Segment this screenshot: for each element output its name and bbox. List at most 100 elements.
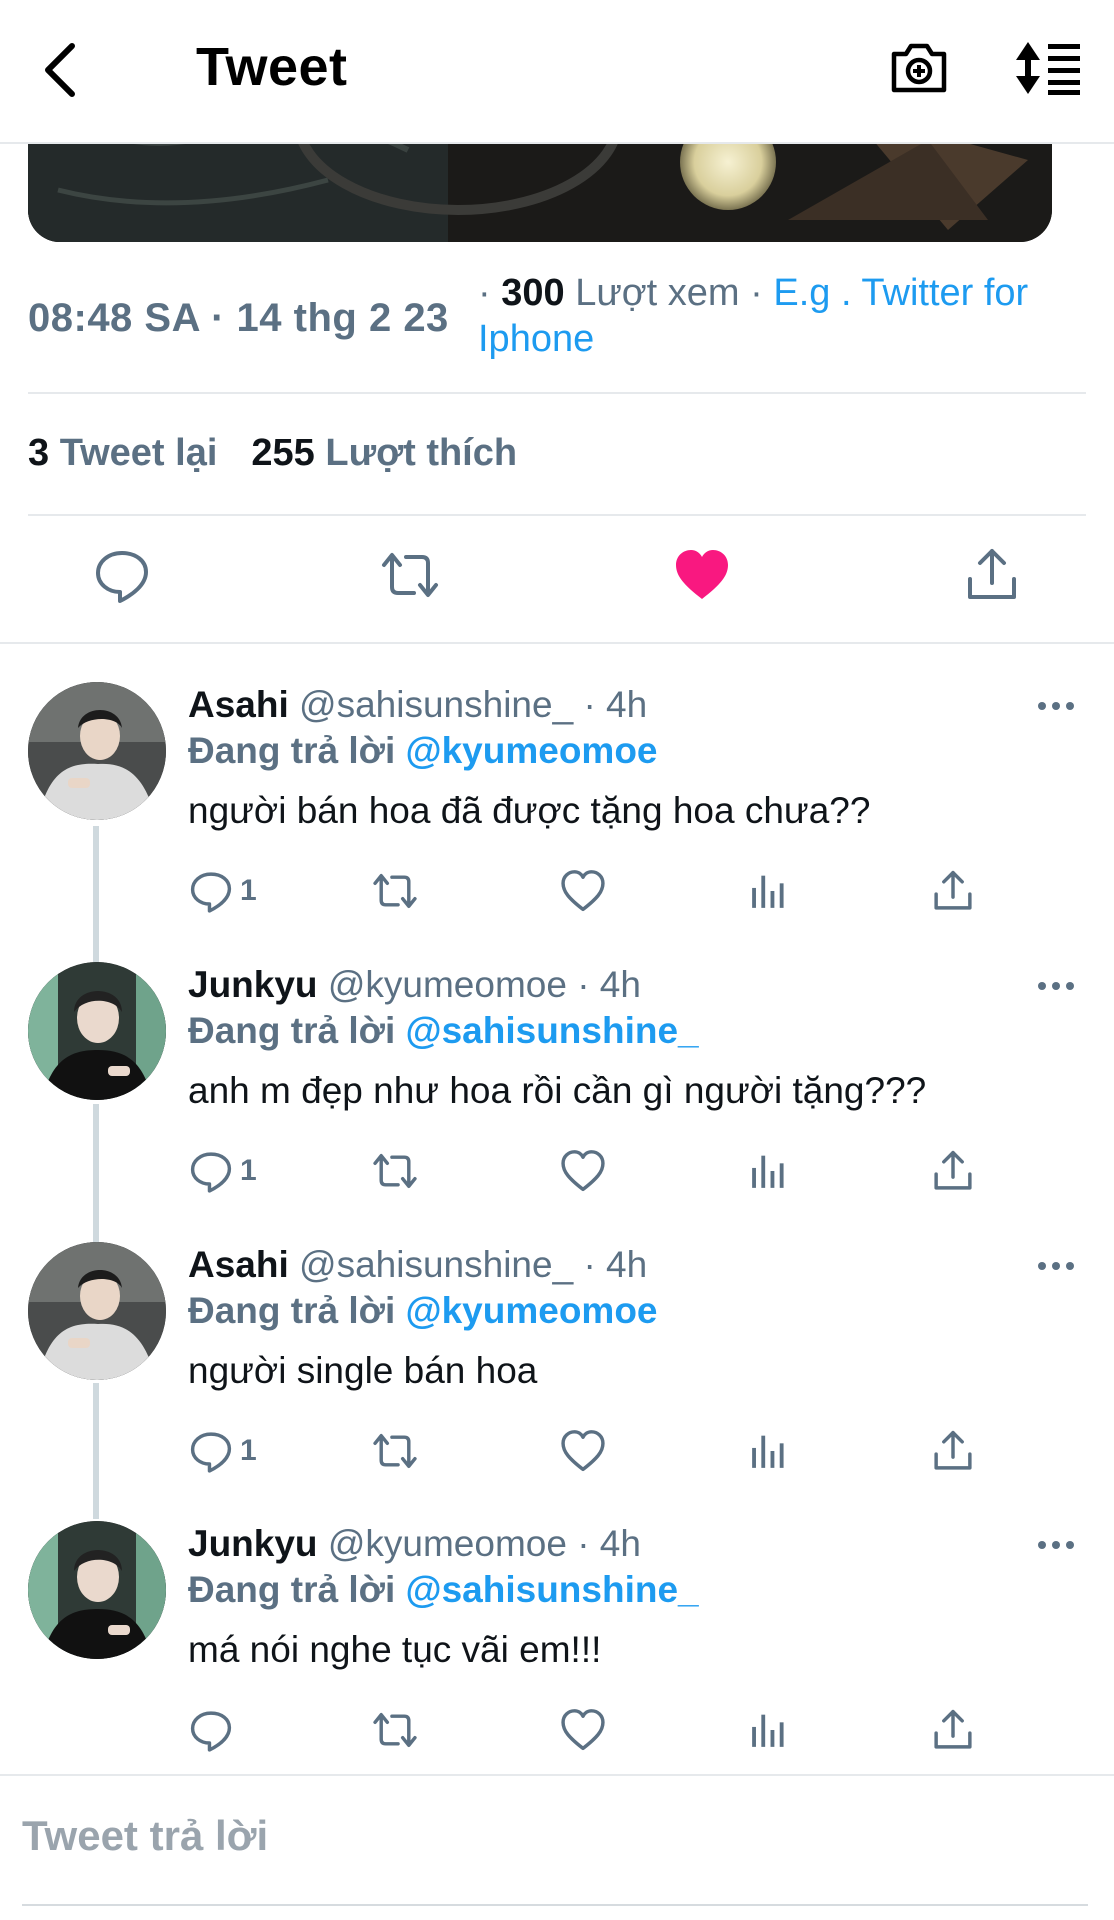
reply-header: Asahi @sahisunshine_ · 4h [188, 684, 647, 726]
analytics-icon [752, 1155, 784, 1188]
share-icon [934, 1709, 972, 1749]
views-count: 300 [501, 272, 565, 314]
reply-tweet[interactable]: Junkyu @kyumeomoe · 4h Đang trả lời @sah… [0, 962, 1114, 1242]
divider [0, 642, 1114, 644]
reply-actions [188, 1707, 988, 1757]
camera-plus-icon[interactable] [888, 40, 950, 96]
reply-count: 1 [240, 1434, 257, 1467]
more-options-icon[interactable] [1036, 976, 1076, 996]
analytics-button[interactable] [746, 868, 792, 914]
mention-link[interactable]: @sahisunshine_ [406, 1569, 699, 1610]
comment-icon [190, 1152, 232, 1193]
like-button[interactable] [560, 1428, 606, 1474]
like-button[interactable] [560, 1148, 606, 1194]
user-handle: @sahisunshine_ [299, 1244, 574, 1285]
analytics-button[interactable] [746, 1707, 792, 1753]
reply-button[interactable]: 1 [188, 1428, 257, 1474]
reply-text: người single bán hoa [188, 1350, 538, 1391]
reply-tweet[interactable]: Asahi @sahisunshine_ · 4h Đang trả lời @… [0, 1242, 1114, 1522]
retweet-icon [373, 1433, 417, 1469]
share-icon[interactable] [962, 545, 1022, 605]
retweet-button[interactable] [372, 868, 418, 914]
mention-link[interactable]: @kyumeomoe [406, 730, 658, 771]
reply-count: 1 [240, 874, 257, 907]
reply-button[interactable]: 1 [188, 1148, 257, 1194]
views-label: Lượt xem [575, 272, 740, 314]
comment-icon [190, 872, 232, 913]
replying-to: Đang trả lời @kyumeomoe [188, 1290, 658, 1331]
reply-time: · 4h [577, 1523, 641, 1564]
page-title: Tweet [196, 37, 348, 97]
retweet-icon[interactable] [380, 545, 440, 605]
avatar[interactable] [28, 682, 166, 820]
reply-header: Junkyu @kyumeomoe · 4h [188, 1523, 641, 1565]
avatar[interactable] [28, 962, 166, 1100]
analytics-icon [752, 1435, 784, 1468]
replying-to: Đang trả lời @sahisunshine_ [188, 1010, 699, 1051]
heart-icon [561, 1709, 605, 1751]
reply-actions: 1 [188, 1428, 988, 1478]
chevron-left-icon[interactable] [40, 40, 84, 100]
reply-text: má nói nghe tục vãi em!!! [188, 1629, 602, 1670]
more-options-icon[interactable] [1036, 1256, 1076, 1276]
like-button[interactable] [560, 1707, 606, 1753]
comment-icon [190, 1711, 232, 1752]
reply-text: anh m đẹp như hoa rồi cần gì người tặng?… [188, 1070, 927, 1111]
reply-input[interactable]: Tweet trả lời [22, 1812, 268, 1860]
retweet-icon [373, 1153, 417, 1189]
user-handle: @sahisunshine_ [299, 684, 574, 725]
analytics-button[interactable] [746, 1148, 792, 1194]
heart-icon [561, 1150, 605, 1192]
more-options-icon[interactable] [1036, 696, 1076, 716]
reply-time: · 4h [583, 684, 648, 725]
share-icon [934, 1430, 972, 1470]
display-name[interactable]: Asahi [188, 684, 289, 725]
retweet-icon [373, 1712, 417, 1748]
reply-button[interactable] [188, 1707, 240, 1753]
retweet-button[interactable] [372, 1428, 418, 1474]
analytics-icon [752, 1714, 784, 1747]
reply-time: · 4h [583, 1244, 648, 1285]
analytics-button[interactable] [746, 1428, 792, 1474]
tweet-timestamp: 08:48 SA · 14 thg 2 23 [28, 296, 449, 340]
display-name[interactable]: Junkyu [188, 1523, 318, 1564]
reply-tweet[interactable]: Asahi @sahisunshine_ · 4h Đang trả lời @… [0, 682, 1114, 962]
retweet-button[interactable] [372, 1148, 418, 1194]
comment-icon[interactable] [92, 545, 152, 605]
likes-stat[interactable]: 255 Lượt thích [251, 432, 517, 474]
avatar[interactable] [28, 1242, 166, 1380]
share-icon [934, 870, 972, 910]
tweet-actions [0, 545, 1114, 615]
mention-link[interactable]: @kyumeomoe [406, 1290, 658, 1331]
avatar[interactable] [28, 1521, 166, 1659]
tweet-meta: 08:48 SA · 14 thg 2 23 · 300 Lượt xem · … [28, 270, 1088, 360]
sort-list-icon[interactable] [1014, 40, 1084, 96]
reply-tweet[interactable]: Junkyu @kyumeomoe · 4h Đang trả lời @sah… [0, 1521, 1114, 1801]
reply-header: Asahi @sahisunshine_ · 4h [188, 1244, 647, 1286]
tweet-views-source: · 300 Lượt xem · E.g . Twitter for Iphon… [478, 272, 1029, 360]
heart-icon [561, 1430, 605, 1472]
display-name[interactable]: Junkyu [188, 964, 318, 1005]
more-options-icon[interactable] [1036, 1535, 1076, 1555]
heart-icon [561, 870, 605, 912]
user-handle: @kyumeomoe [327, 964, 567, 1005]
replying-to: Đang trả lời @sahisunshine_ [188, 1569, 699, 1610]
share-button[interactable] [930, 1148, 976, 1194]
share-button[interactable] [930, 868, 976, 914]
share-button[interactable] [930, 1428, 976, 1474]
analytics-icon [752, 875, 784, 908]
like-button[interactable] [560, 868, 606, 914]
display-name[interactable]: Asahi [188, 1244, 289, 1285]
mention-link[interactable]: @sahisunshine_ [406, 1010, 699, 1051]
retweets-stat[interactable]: 3 Tweet lại [28, 432, 217, 474]
reply-button[interactable]: 1 [188, 868, 257, 914]
reply-actions: 1 [188, 868, 988, 918]
user-handle: @kyumeomoe [327, 1523, 567, 1564]
share-button[interactable] [930, 1707, 976, 1753]
retweet-icon [373, 873, 417, 909]
reply-time: · 4h [577, 964, 641, 1005]
retweet-button[interactable] [372, 1707, 418, 1753]
heart-filled-icon[interactable] [672, 545, 732, 605]
replying-to: Đang trả lời @kyumeomoe [188, 730, 658, 771]
divider [28, 392, 1086, 394]
